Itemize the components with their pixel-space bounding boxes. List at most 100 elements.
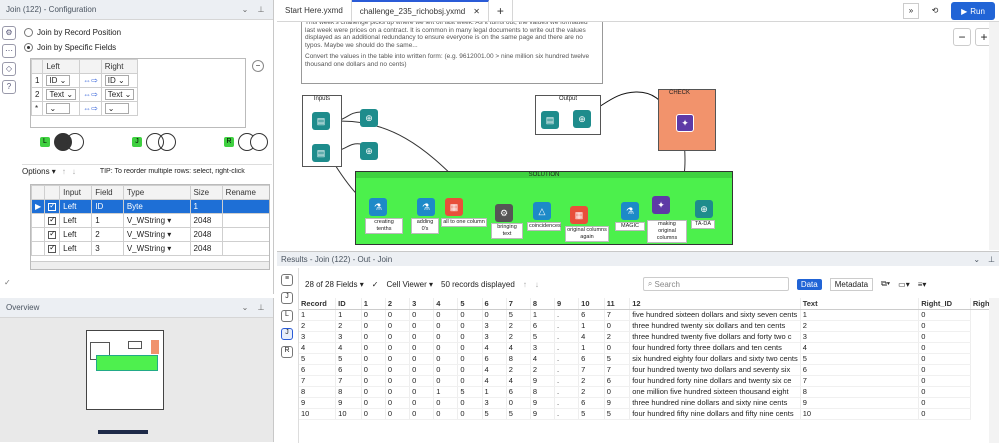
field-row-selected[interactable]: ▶ LeftIDByte 1 [31,199,269,214]
join-tool[interactable]: ✦ [676,114,694,132]
table-row[interactable]: 3 3 0 0 0 0 0 3 2 5. 4 2 three hundred twenty five d… [299,331,989,343]
column-header[interactable]: 10 [578,298,605,310]
column-header[interactable]: Size [189,185,223,200]
browse-tool-2[interactable]: ⊕ [360,142,378,160]
table-row[interactable]: 8 8 0 0 0 1 5 1 6 8. 2 0 one million five hundred si… [299,386,989,398]
pin-icon[interactable]: ⊥ [255,5,267,14]
join-row[interactable]: 1 ID ⌄ ⇔⇨ ID ⌄ [30,73,139,88]
column-header[interactable]: Text [800,298,920,310]
list-icon[interactable]: ≡ [281,274,293,286]
field-type[interactable]: V_WString [127,230,165,239]
table-row[interactable]: 7 7 0 0 0 0 0 4 4 9. 2 6 four hundred forty nine dol… [299,375,989,387]
table-row[interactable]: 5 5 0 0 0 0 0 6 8 4. 6 5 six hundred eighty four dol… [299,353,989,365]
column-header[interactable]: Right_ID [918,298,971,310]
move-down-icon[interactable]: ↓ [72,167,76,176]
input-tool-2[interactable]: ▤ [312,144,330,162]
left-field-select[interactable]: ID ⌄ [46,75,71,86]
save-icon[interactable]: ▭▾ [898,280,910,289]
formula-tool-2[interactable]: ⚗ [417,198,435,216]
table-row[interactable]: 9 9 0 0 0 0 0 3 0 9. 6 9 three hundred nine dollars … [299,397,989,409]
column-header[interactable]: Type [122,185,191,200]
column-header[interactable]: Input [59,185,93,200]
remove-row-icon[interactable]: − [252,60,264,72]
j-anchor-selected-icon[interactable]: J [281,328,293,340]
field-type[interactable]: Byte [127,202,143,211]
j-anchor-icon[interactable]: J [281,292,293,304]
left-field-select[interactable]: Text ⌄ [46,89,77,100]
column-header[interactable]: Record [299,298,337,310]
right-join-venn[interactable]: R [224,131,270,153]
table-row[interactable]: 6 6 0 0 0 0 0 4 2 2. 7 7 four hundred twenty two dol… [299,364,989,376]
join-row[interactable]: * ⌄ ⇔⇨ ⌄ [30,101,139,116]
field-row[interactable]: Left1V_WString ▾2048 [31,213,269,228]
column-header[interactable]: 2 [385,298,411,310]
right-field-select[interactable]: Text ⌄ [104,89,135,100]
dropdown-icon[interactable]: ⌄ [239,303,251,312]
cell-viewer-dropdown[interactable]: Cell Viewer ▾ [386,280,433,289]
field-row[interactable]: Left2V_WString ▾2048 [31,227,269,242]
workflow-canvas[interactable]: This week's challenge picks up where we … [277,22,999,250]
join-tool-2[interactable]: ✦ [652,196,670,214]
checkbox[interactable] [48,201,57,211]
find-replace-tool[interactable]: ⚙ [495,204,513,222]
field-row[interactable]: Left3V_WString ▾2048 [31,241,269,256]
column-header[interactable]: 8 [530,298,556,310]
new-tab-button[interactable]: + [489,0,513,21]
gear-icon[interactable]: ⚙ [2,26,16,40]
up-arrow-icon[interactable]: ↑ [523,280,527,289]
join-row[interactable]: 2 Text ⌄ ⇔⇨ Text ⌄ [30,87,139,102]
overview-map[interactable] [0,318,273,442]
join-by-fields-option[interactable]: Join by Specific Fields [24,43,121,52]
r-anchor-icon[interactable]: R [281,346,293,358]
search-input[interactable]: ⌕ Search [642,277,789,291]
table-row[interactable]: 1 1 0 0 0 0 0 0 5 1. 6 7 five hundred sixteen dollar… [299,309,989,321]
fields-dropdown[interactable]: 28 of 28 Fields ▾ [305,280,364,289]
browse-tool-1[interactable]: ⊕ [360,109,378,127]
horizontal-scrollbar[interactable] [31,261,269,269]
transpose-tool[interactable]: ▦ [445,198,463,216]
formula-tool-3[interactable]: ⚗ [621,202,639,220]
dropdown-icon[interactable]: ⌄ [973,255,980,264]
column-header[interactable]: ID [335,298,362,310]
browse-tool-3[interactable]: ⊕ [695,200,713,218]
check-icon[interactable]: ✓ [372,280,379,289]
checkbox[interactable] [48,229,57,239]
results-scrollbar[interactable] [989,298,999,443]
vertical-scrollbar[interactable] [989,22,999,250]
column-header[interactable]: Rename [221,185,269,200]
right-field-select[interactable]: ⌄ [104,103,129,114]
checkbox[interactable] [48,243,57,253]
column-header[interactable]: 12 [629,298,801,310]
down-arrow-icon[interactable]: ↓ [535,280,539,289]
column-header[interactable]: 6 [482,298,507,310]
data-button[interactable]: Data [796,278,822,290]
filter-tool[interactable]: △ [533,202,551,220]
history-icon[interactable]: ⟲ [927,3,943,19]
column-header[interactable]: 11 [604,298,631,310]
field-type[interactable]: V_WString [127,244,165,253]
copy-icon[interactable]: ⧉▾ [881,279,890,289]
left-join-venn[interactable]: L [40,131,86,153]
field-type[interactable]: V_WString [127,216,165,225]
output-input-tool[interactable]: ▤ [541,111,559,129]
input-tool-1[interactable]: ▤ [312,112,330,130]
column-header[interactable]: 1 [361,298,386,310]
tab-start-here[interactable]: Start Here.yxmd [277,0,352,21]
help-icon[interactable]: ? [2,80,16,94]
options-dropdown[interactable]: Options ▾ [22,167,56,176]
column-header[interactable]: 9 [554,298,580,310]
menu-icon[interactable]: ≡▾ [918,280,927,289]
tab-challenge[interactable]: challenge_235_richobsj.yxmd ✕ [351,0,489,21]
pin-icon[interactable]: ⊥ [988,255,995,264]
table-row[interactable]: 2 2 0 0 0 0 0 3 2 6. 1 0 three hundred twenty six do… [299,320,989,332]
left-field-select[interactable]: ⌄ [46,103,71,114]
metadata-button[interactable]: Metadata [829,277,874,291]
connections-icon[interactable]: ⋯ [2,44,16,58]
column-header[interactable]: Right [970,298,989,310]
expand-icon[interactable]: » [903,3,919,19]
column-header[interactable]: 4 [433,298,459,310]
l-anchor-icon[interactable]: L [281,310,293,322]
crosstab-tool[interactable]: ▦ [570,206,588,224]
column-header[interactable]: 3 [409,298,435,310]
right-field-select[interactable]: ID ⌄ [104,75,129,86]
